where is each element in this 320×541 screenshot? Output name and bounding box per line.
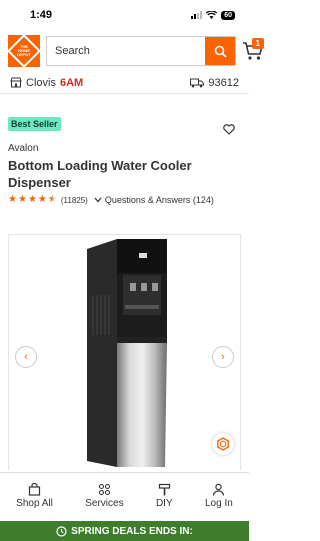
logo-text: THE HOME DEPOT	[17, 44, 31, 57]
store-hours: 6AM	[59, 76, 84, 89]
previous-image-button[interactable]: ‹	[15, 346, 37, 368]
nav-diy[interactable]: DIY	[156, 483, 173, 509]
rating-stars[interactable]: ★ ★ ★ ★ ★	[8, 195, 57, 205]
star-icon: ★	[37, 194, 47, 205]
chevron-down-icon	[94, 197, 102, 203]
star-icon: ★	[8, 194, 17, 205]
location-bar: Clovis 6AM 93612	[0, 72, 249, 94]
heart-icon[interactable]	[223, 124, 235, 135]
nav-log-in[interactable]: Log In	[205, 483, 233, 509]
star-icon: ★	[27, 194, 37, 205]
store-name: Clovis	[26, 76, 56, 89]
product-image-gallery[interactable]: ‹ ›	[8, 234, 241, 470]
qa-label: Questions & Answers (124)	[104, 195, 214, 205]
promo-text: SPRING DEALS ENDS IN:	[71, 525, 193, 537]
promo-banner[interactable]: SPRING DEALS ENDS IN:	[0, 521, 249, 541]
search-button[interactable]	[205, 37, 235, 65]
wifi-icon	[206, 11, 218, 19]
hammer-icon	[158, 483, 170, 495]
status-bar: 1:49 60	[0, 0, 249, 30]
product-title: Bottom Loading Water Cooler Dispenser	[8, 158, 192, 190]
store-selector[interactable]: Clovis 6AM	[10, 77, 83, 89]
product-brand[interactable]: Avalon	[8, 143, 241, 154]
status-time: 1:49	[30, 9, 53, 21]
chevron-left-icon: ‹	[24, 351, 28, 363]
search-icon	[214, 45, 227, 58]
home-depot-logo[interactable]: THE HOME DEPOT	[7, 34, 41, 68]
store-icon	[10, 77, 22, 88]
ratings-row: ★ ★ ★ ★ ★ (11825) Questions & Answers (1…	[8, 195, 241, 206]
nav-label: Shop All	[16, 497, 53, 509]
questions-answers-link[interactable]: Questions & Answers (124)	[94, 195, 214, 205]
user-icon	[213, 483, 225, 496]
grid-icon	[98, 483, 110, 495]
cart-count-badge: 1	[251, 38, 264, 49]
product-info: Best Seller Avalon Bottom Loading Water …	[0, 94, 249, 205]
chevron-right-icon: ›	[221, 351, 225, 363]
status-icons: 60	[191, 10, 235, 20]
cart-button[interactable]: 1	[242, 36, 264, 66]
review-count[interactable]: (11825)	[61, 196, 88, 205]
nav-label: Services	[85, 497, 124, 509]
truck-icon	[190, 78, 205, 87]
search-input[interactable]	[47, 37, 205, 65]
star-icon: ★	[17, 194, 27, 205]
battery-indicator: 60	[221, 10, 235, 20]
zip-code: 93612	[208, 76, 239, 89]
search-bar	[46, 36, 236, 66]
next-image-button[interactable]: ›	[212, 346, 234, 368]
shopping-bag-icon	[28, 482, 41, 496]
nav-label: DIY	[155, 497, 173, 509]
nav-shop-all[interactable]: Shop All	[16, 482, 53, 509]
hexagon-icon	[217, 437, 229, 451]
product-image	[87, 239, 167, 467]
signal-icon	[191, 11, 203, 19]
ar-view-button[interactable]	[212, 433, 234, 455]
header: THE HOME DEPOT 1	[0, 30, 264, 72]
delivery-zip-selector[interactable]: 93612	[190, 77, 239, 89]
best-seller-badge: Best Seller	[8, 117, 61, 131]
clock-icon	[56, 525, 67, 537]
nav-services[interactable]: Services	[85, 483, 124, 509]
nav-label: Log In	[204, 497, 233, 509]
half-star-icon: ★	[47, 194, 57, 205]
bottom-nav: Shop All Services DIY Log In	[0, 472, 249, 518]
